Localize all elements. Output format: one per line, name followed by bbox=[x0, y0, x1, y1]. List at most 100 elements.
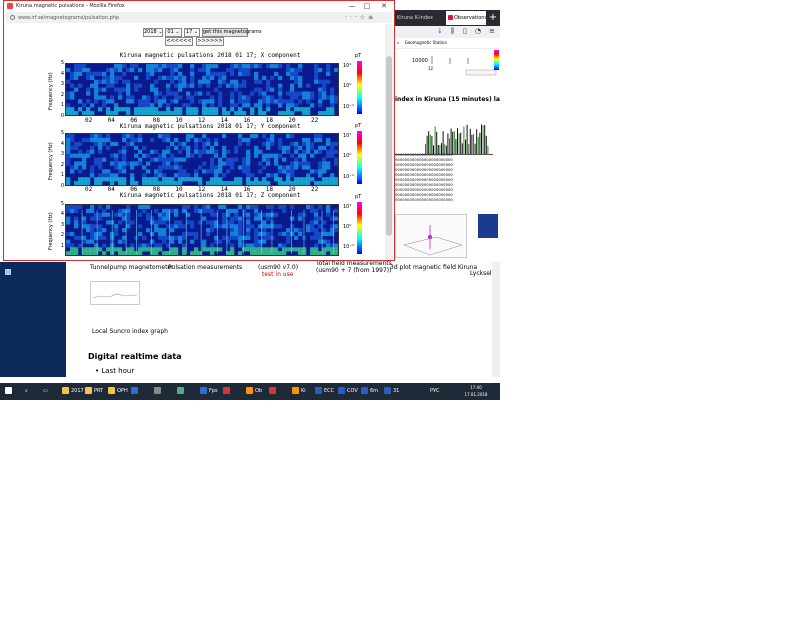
taskbar-app-button[interactable]: Ob bbox=[246, 385, 262, 398]
spectrogram-cell bbox=[310, 91, 315, 96]
spectrogram-cell bbox=[170, 247, 175, 252]
spectrogram-cell bbox=[242, 235, 247, 240]
spectrogram-cell bbox=[238, 239, 243, 244]
spectrogram-cell bbox=[138, 157, 143, 162]
taskbar-app-button[interactable] bbox=[269, 385, 278, 398]
last-hour-text[interactable]: Last hour bbox=[101, 367, 134, 375]
spectrogram-cell bbox=[322, 220, 327, 225]
window-scrollbar-thumb[interactable] bbox=[386, 56, 392, 236]
spectrogram-cell bbox=[334, 161, 339, 166]
spectrogram-cell bbox=[314, 231, 319, 237]
page-actions-icon[interactable]: ··· bbox=[345, 14, 360, 21]
3d-plot-label[interactable]: 3d plot magnetic field Kiruna bbox=[390, 264, 477, 271]
next-day-button[interactable]: >>>>>> bbox=[196, 37, 224, 46]
spectrogram-cell bbox=[90, 235, 95, 240]
maximize-button[interactable]: □ bbox=[360, 1, 374, 11]
spectrogram-cell bbox=[222, 212, 227, 217]
minimize-button[interactable]: — bbox=[345, 1, 359, 11]
spectrogram-cell bbox=[94, 99, 99, 104]
menu-icon[interactable]: ≡ bbox=[489, 27, 495, 35]
library-icon[interactable]: ⫼ bbox=[451, 27, 454, 36]
new-tab-plus-icon[interactable]: + bbox=[487, 11, 499, 25]
spectrogram-cell bbox=[322, 228, 327, 233]
last-hour-link[interactable]: • Last hour bbox=[95, 367, 134, 375]
spectrogram-cell bbox=[238, 107, 243, 112]
year-select[interactable]: 2018 ⌄ bbox=[143, 28, 163, 37]
info-icon[interactable] bbox=[10, 15, 15, 20]
spectrogram-cell bbox=[162, 134, 167, 139]
local-index-label[interactable]: Local Suncro index graph bbox=[92, 328, 168, 335]
get-magnetograms-button[interactable]: get this magnetograms bbox=[202, 28, 262, 37]
month-select[interactable]: 01 ⌄ bbox=[165, 28, 182, 37]
spectrogram-cell bbox=[290, 75, 295, 80]
spectrogram-cell bbox=[110, 141, 115, 147]
taskbar-app-button[interactable]: OPH bbox=[108, 385, 128, 398]
spectrogram-cell bbox=[122, 87, 127, 92]
spectrogram-cell bbox=[126, 141, 131, 147]
total-field-label[interactable]: Total field measurements bbox=[316, 260, 392, 267]
spectrogram-cell bbox=[70, 134, 75, 139]
menu-icon[interactable]: ≡ bbox=[368, 14, 376, 21]
chevron-icon[interactable]: » bbox=[397, 40, 399, 45]
taskbar-app-button[interactable]: 2017 bbox=[62, 385, 84, 398]
spectrogram-cell bbox=[330, 149, 335, 154]
spectrogram-cell bbox=[90, 137, 95, 143]
taskbar-app-button[interactable]: Fps bbox=[200, 385, 218, 398]
taskbar-clock[interactable]: 17:40 17.01.2018 bbox=[456, 384, 496, 398]
spectrogram-cell bbox=[138, 99, 143, 104]
taskbar-app-label: COV bbox=[347, 388, 358, 394]
spectrogram-cell bbox=[138, 247, 143, 252]
background-tab-1[interactable]: Kiruna K-index bbox=[397, 12, 442, 24]
url-text[interactable]: www.irf.se/magnetograms/pulsation.php bbox=[18, 13, 119, 23]
sidebar-icon[interactable]: ▯ bbox=[463, 27, 467, 35]
spectrogram-cell bbox=[174, 157, 179, 162]
bookmark-star-icon[interactable]: ☆ bbox=[360, 14, 368, 21]
spectrogram-cell bbox=[314, 251, 319, 256]
taskbar-app-button[interactable]: PRT bbox=[85, 385, 103, 398]
background-scrollbar[interactable] bbox=[492, 262, 500, 377]
taskbar-app-button[interactable] bbox=[177, 385, 186, 398]
spectrogram-cell bbox=[66, 111, 71, 116]
taskbar-app-button[interactable] bbox=[223, 385, 232, 398]
taskbar-app-button[interactable] bbox=[131, 385, 140, 398]
task-view-icon[interactable]: ▭ bbox=[43, 385, 48, 398]
spectrogram-cell bbox=[222, 75, 227, 80]
spectrogram-cell bbox=[326, 141, 331, 147]
spectrogram-cell bbox=[134, 87, 139, 92]
sync-icon[interactable]: ◔ bbox=[475, 27, 481, 35]
3d-plot-thumbnail[interactable] bbox=[395, 214, 467, 258]
taskbar-app-button[interactable]: 31 bbox=[384, 385, 399, 398]
pulsation-label[interactable]: Pulsation measurements bbox=[168, 264, 242, 271]
taskbar-app-button[interactable]: Ki bbox=[292, 385, 306, 398]
previous-day-button[interactable]: <<<<<< bbox=[165, 37, 193, 46]
taskbar-app-button[interactable]: 6m bbox=[361, 385, 378, 398]
taskbar-app-button[interactable]: COV bbox=[338, 385, 358, 398]
download-icon[interactable]: ↓ bbox=[437, 27, 443, 35]
start-windows-icon[interactable] bbox=[5, 385, 14, 398]
keyboard-language[interactable]: РУС bbox=[430, 385, 440, 398]
spectrogram-cell bbox=[210, 149, 215, 154]
taskbar-app-button[interactable] bbox=[154, 385, 163, 398]
spectrogram-cell bbox=[310, 145, 315, 150]
spectrogram-cell bbox=[318, 67, 323, 73]
kp-bar bbox=[442, 131, 444, 154]
lycksele-thumbnail[interactable] bbox=[478, 214, 498, 238]
spectrogram-image bbox=[66, 205, 339, 256]
spectrogram-cell bbox=[298, 181, 303, 186]
local-index-thumbnail[interactable] bbox=[90, 281, 140, 305]
spectrogram-cell bbox=[266, 153, 271, 158]
spectrogram-cell bbox=[150, 83, 155, 88]
spectrogram-cell bbox=[86, 247, 91, 252]
spectrogram-cell bbox=[278, 169, 283, 174]
spectrogram-cell bbox=[154, 157, 159, 162]
bookmark-item[interactable]: Geomagnetic Station bbox=[405, 40, 447, 45]
close-button[interactable]: ✕ bbox=[377, 1, 391, 11]
tunnelpump-label[interactable]: Tunnelpump magnetometer bbox=[90, 264, 174, 271]
day-select[interactable]: 17 ⌄ bbox=[184, 28, 200, 37]
taskbar-app-button[interactable]: ECC bbox=[315, 385, 334, 398]
spectrogram-cell bbox=[122, 169, 127, 174]
spectrogram-cell bbox=[322, 177, 327, 182]
spectrogram-cell bbox=[138, 67, 143, 73]
search-icon[interactable]: ⌕ bbox=[25, 385, 28, 398]
spectrogram-cell bbox=[246, 235, 251, 240]
